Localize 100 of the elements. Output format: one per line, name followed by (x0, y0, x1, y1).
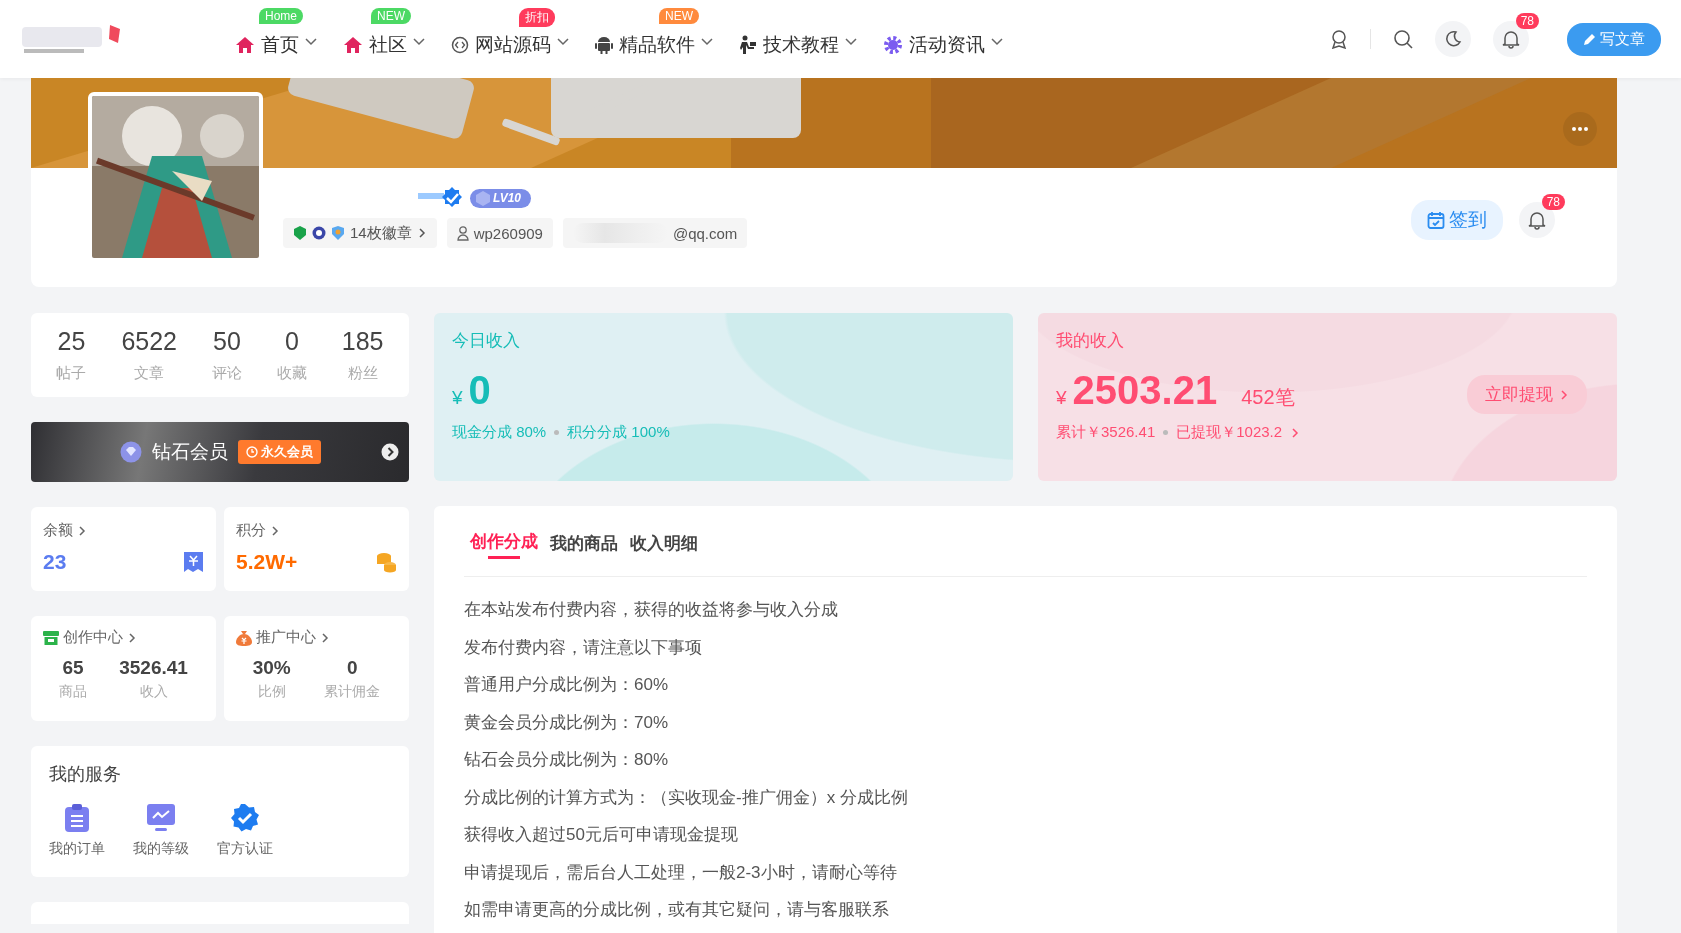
tab[interactable]: 收入明细 (630, 530, 698, 562)
medal-icon (312, 226, 326, 240)
wallet-value: 5.2W+ (236, 550, 298, 574)
rule-text: 普通用户分成比例为：60% (464, 674, 670, 696)
nav-item[interactable]: 首页 (235, 25, 299, 59)
money-bag-icon (236, 629, 252, 646)
center-value: 30% (252, 657, 291, 679)
stat-value: 25 (57, 327, 86, 356)
nav-item[interactable]: 社区 (343, 25, 407, 59)
chevron-icon (1559, 388, 1569, 401)
wallet-link[interactable]: 余额 (43, 521, 204, 540)
gear-icon (883, 34, 903, 55)
pencil-icon (1583, 32, 1596, 46)
currency-sign: ¥ (1056, 387, 1067, 409)
badge-icon (331, 226, 345, 240)
center-value: 3526.41 (119, 657, 188, 679)
stat-label: 文章 (134, 364, 165, 383)
house-icon (235, 35, 255, 54)
income-note: 积分分成 100% (567, 423, 670, 442)
wallet-value: 23 (43, 550, 67, 574)
badges-link[interactable]: 14枚徽章 (283, 218, 437, 248)
clipboard-icon (64, 804, 90, 832)
ticket-icon (183, 551, 204, 573)
clock-icon (245, 446, 258, 458)
stat-value: 50 (213, 327, 241, 356)
service-item[interactable]: 官方认证 (217, 804, 273, 858)
stat-value: 185 (341, 327, 384, 356)
income-amount: 0 (468, 368, 491, 413)
currency-sign: ¥ (452, 387, 463, 409)
nav-badge: NEW (659, 7, 699, 24)
android-icon (595, 34, 613, 55)
shop-icon (43, 630, 59, 645)
tab[interactable]: 我的商品 (550, 530, 618, 562)
nav-item[interactable]: 活动资讯 (883, 25, 985, 59)
nav-badge: Home (259, 7, 303, 24)
bell-icon (1528, 210, 1546, 230)
order-count: 452笔 (1241, 385, 1295, 410)
vip-tag: 永久会员 (237, 440, 321, 464)
nav-item[interactable]: 技术教程 (739, 25, 839, 59)
center-label: 比例 (257, 683, 286, 701)
nav-badge: NEW (371, 7, 411, 24)
hexagon-icon (476, 190, 490, 206)
moon-icon (1444, 30, 1462, 48)
chevron-icon (77, 524, 87, 537)
stat-label: 粉丝 (347, 364, 378, 383)
center-value: 65 (62, 657, 84, 679)
coins-icon (375, 551, 397, 573)
verified-icon (418, 186, 464, 210)
income-note: 已提现￥1023.2 (1176, 423, 1283, 442)
stat-label: 帖子 (56, 364, 87, 383)
calendar-check-icon (1427, 211, 1445, 229)
reading-person-icon (739, 34, 757, 55)
rule-text: 钻石会员分成比例为：80% (464, 749, 670, 771)
verified-icon (231, 804, 259, 832)
rule-text: 申请提现后，需后台人工处理，一般2-3小时，请耐心等待 (464, 861, 898, 884)
medal-icon[interactable] (1330, 29, 1348, 49)
service-item[interactable]: 我的订单 (49, 804, 105, 858)
rule-text: 获得收入超过50元后可申请现金提现 (464, 824, 739, 846)
chevron-icon (416, 227, 427, 239)
income-title: 今日收入 (452, 330, 521, 352)
notification-count: 78 (1541, 194, 1565, 210)
rule-text: 如需申请更高的分成比例，或有其它疑问，请与客服联系 (464, 899, 890, 921)
stat-value: 0 (284, 327, 299, 356)
user-icon (456, 225, 469, 241)
nav-badge: 折扣 (519, 7, 555, 27)
stat-label: 收藏 (276, 364, 307, 383)
chart-monitor-icon (147, 804, 175, 832)
center-value: 0 (346, 657, 358, 679)
code-icon (451, 35, 469, 54)
notification-count: 78 (1515, 13, 1539, 29)
services-title: 我的服务 (49, 763, 122, 786)
income-note: 累计￥3526.41 (1056, 423, 1156, 442)
arrow-right-icon (381, 443, 399, 461)
income-note: 现金分成 80% (452, 423, 547, 442)
chevron-icon (127, 631, 137, 644)
chevron-icon (1290, 426, 1301, 439)
rule-text: 在本站发布付费内容，获得的收益将参与收入分成 (464, 599, 839, 621)
rule-text: 黄金会员分成比例为：70% (464, 711, 670, 734)
stat-value: 6522 (121, 327, 177, 356)
service-item[interactable]: 我的等级 (133, 804, 189, 858)
center-label: 收入 (139, 683, 168, 701)
nav-item[interactable]: 网站源码 (451, 25, 551, 59)
center-link[interactable]: 创作中心 (43, 628, 137, 647)
vip-banner[interactable]: 钻石会员 永久会员 (31, 422, 409, 482)
username-tag: wp260909 (446, 218, 553, 248)
wallet-link[interactable]: 积分 (236, 521, 397, 540)
stat-label: 评论 (211, 364, 242, 383)
center-label: 累计佣金 (324, 683, 381, 701)
dark-mode-button[interactable] (1435, 21, 1471, 57)
search-icon[interactable] (1393, 29, 1413, 49)
house-icon (343, 35, 363, 54)
rule-text: 分成比例的计算方式为：（实收现金-推广佣金）x 分成比例 (464, 786, 909, 809)
center-label: 商品 (59, 683, 88, 701)
level-badge: LV10 (470, 188, 532, 208)
nav-item[interactable]: 精品软件 (595, 25, 695, 59)
rule-text: 发布付费内容，请注意以下事项 (464, 636, 703, 659)
tab[interactable]: 创作分成 (470, 530, 538, 562)
bell-icon (1502, 29, 1520, 49)
shield-icon (293, 226, 307, 240)
center-link[interactable]: 推广中心 (236, 628, 330, 647)
